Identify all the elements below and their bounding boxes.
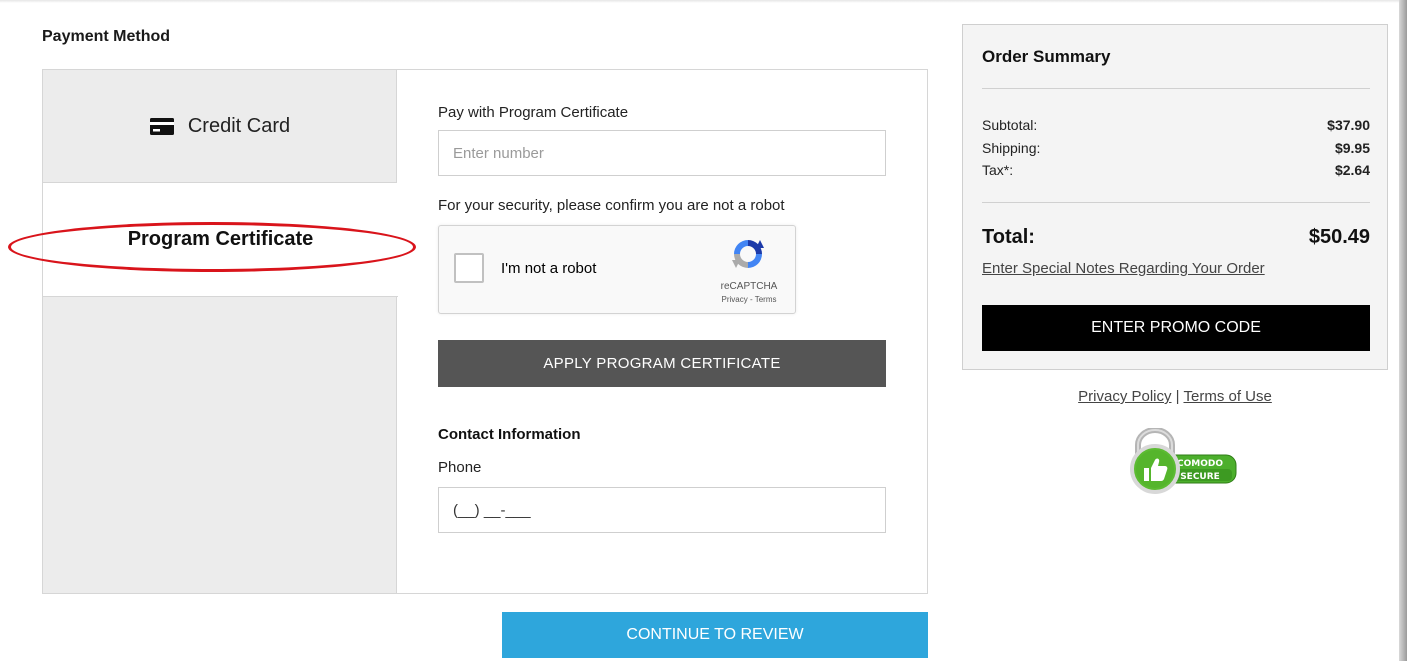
payment-panel: Credit Card Program Certificate Pay with… (42, 69, 928, 594)
phone-label: Phone (438, 459, 482, 476)
certificate-number-input[interactable] (438, 130, 886, 176)
recaptcha-logo-icon (730, 236, 766, 272)
summary-row-value: $37.90 (1327, 117, 1370, 133)
order-summary-title: Order Summary (982, 47, 1111, 66)
divider (982, 88, 1370, 89)
order-summary-panel: Order Summary Subtotal: $37.90 Shipping:… (962, 24, 1388, 370)
recaptcha-privacy-terms[interactable]: Privacy - Terms (709, 295, 789, 304)
total-value: $50.49 (1308, 226, 1370, 248)
terms-of-use-link[interactable]: Terms of Use (1183, 388, 1271, 405)
special-notes-link[interactable]: Enter Special Notes Regarding Your Order (982, 260, 1265, 277)
legal-separator: | (1175, 388, 1180, 405)
security-text: For your security, please confirm you ar… (438, 197, 785, 214)
recaptcha-widget: I'm not a robot reCAPTCHA Privacy - Term… (438, 225, 796, 314)
summary-row-value: $9.95 (1334, 140, 1370, 156)
window-top-edge (0, 0, 1399, 3)
summary-row-label: Tax*: (982, 162, 1014, 178)
window-right-edge (1399, 0, 1407, 661)
summary-row-label: Subtotal: (982, 117, 1038, 133)
divider (982, 202, 1370, 203)
total-label: Total: (982, 226, 1035, 248)
recaptcha-checkbox[interactable] (454, 253, 484, 283)
recaptcha-label: I'm not a robot (501, 260, 597, 277)
continue-to-review-button[interactable]: CONTINUE TO REVIEW (502, 612, 928, 658)
summary-row-value: $2.64 (1334, 162, 1370, 178)
payment-method-heading: Payment Method (42, 28, 171, 45)
tab-credit-card[interactable]: Credit Card (43, 70, 397, 183)
summary-row-shipping: Shipping: $9.95 (982, 140, 1370, 156)
privacy-policy-link[interactable]: Privacy Policy (1078, 388, 1171, 405)
enter-promo-code-button[interactable]: ENTER PROMO CODE (982, 305, 1370, 351)
summary-row-label: Shipping: (982, 140, 1041, 156)
summary-row-tax: Tax*: $2.64 (982, 162, 1370, 178)
tab-program-certificate-label: Program Certificate (127, 228, 314, 250)
apply-certificate-button[interactable]: APPLY PROGRAM CERTIFICATE (438, 340, 886, 387)
recaptcha-brand: reCAPTCHA (720, 281, 778, 292)
phone-input[interactable] (438, 487, 886, 533)
payment-method-tabs: Credit Card Program Certificate (43, 70, 398, 593)
credit-card-icon (149, 117, 174, 135)
certificate-form: Pay with Program Certificate For your se… (438, 70, 928, 593)
summary-row-subtotal: Subtotal: $37.90 (982, 117, 1370, 133)
badge-bottom-text: SECURE (1180, 472, 1220, 482)
tab-credit-card-label: Credit Card (187, 114, 291, 137)
certificate-label: Pay with Program Certificate (438, 104, 629, 121)
badge-top-text: COMODO (1177, 459, 1223, 469)
legal-links: Privacy Policy | Terms of Use (962, 388, 1388, 405)
contact-information-heading: Contact Information (438, 426, 581, 443)
comodo-secure-badge: COMODO SECURE (1124, 427, 1238, 498)
summary-total: Total: $50.49 (982, 226, 1370, 249)
tab-program-certificate[interactable]: Program Certificate (43, 183, 398, 297)
